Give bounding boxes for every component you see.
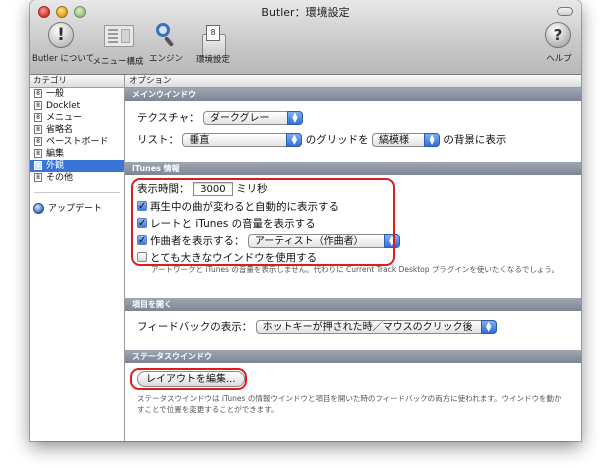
texture-popup[interactable]: ダークグレー ▲ ▼ [202,111,303,125]
switch-icon: 8 [34,137,42,146]
switch-icon: 8 [34,161,42,170]
list-value: 垂直 [189,135,210,146]
magnifier-icon [152,22,178,48]
auto-show-row[interactable]: 再生中の曲が変わると自動的に表示する [137,199,339,215]
popup-arrows-icon: ▲ ▼ [286,133,303,147]
sidebar-item-label: その他 [46,173,74,183]
feedback-popup[interactable]: ホットキーが押された時／マウスのクリック後 ▲ ▼ [255,320,497,334]
sidebar-item-other[interactable]: 8 その他 [30,172,124,184]
popup-arrows-icon: ▲ ▼ [480,320,497,334]
large-window-checkbox[interactable] [137,252,147,262]
rating-volume-label: レートと iTunes の音量を表示する [150,218,316,230]
category-header: カテゴリ [30,75,124,88]
sidebar-item-label: アップデート [48,204,103,214]
menu-layout-icon [104,25,134,47]
sidebar-item-edit[interactable]: 8 編集 [30,148,124,160]
display-time-unit: ミリ秒 [236,183,268,195]
sidebar-item-update[interactable]: アップデート [30,202,124,216]
grid-value: 縞模様 [379,135,410,146]
sidebar-item-label: メニュー [46,113,83,123]
sidebar-item-label: 省略名 [46,125,74,135]
sidebar-item-abbreviations[interactable]: 8 省略名 [30,124,124,136]
category-sidebar: カテゴリ 8 一般 8 Docklet 8 メニュー 8 省略名 8 ペーストボード 8編… [30,75,125,441]
texture-row: テクスチャ： ダークグレー ▲ ▼ [137,110,303,126]
composer-value: アーティスト（作曲者） [254,236,364,247]
display-time-label: 表示時間： [137,183,190,195]
sidebar-item-pasteboard[interactable]: 8 ペーストボード [30,136,124,148]
toolbar-toggle-button[interactable] [557,7,573,16]
section-main-window: メインウインドウ [125,88,581,101]
exclamation-icon: ! [48,22,74,48]
feedback-row: フィードバックの表示： ホットキーが押された時／マウスのクリック後 ▲ ▼ [137,319,497,335]
feedback-label: フィードバックの表示： [137,321,253,333]
sidebar-divider [34,192,120,193]
preferences-window: Butler：環境設定 ! Butler について メニュー構成 エンジン 8 … [30,0,581,441]
options-header: オプション [125,75,581,88]
popup-arrows-icon: ▲ ▼ [383,234,400,248]
switch-icon: 8 [34,125,42,134]
auto-show-label: 再生中の曲が変わると自動的に表示する [150,201,339,213]
composer-row[interactable]: 作曲者を表示する： アーティスト（作曲者） ▲▼ [137,233,400,249]
sidebar-item-appearance[interactable]: 8 外観 [30,160,124,172]
titlebar: Butler：環境設定 ! Butler について メニュー構成 エンジン 8 … [30,0,581,75]
list-label: リスト： [137,134,179,146]
popup-arrows-icon: ▲ ▼ [286,111,303,125]
section-itunes: iTunes 情報 [125,162,581,175]
list-row: リスト： 垂直 ▲ ▼ のグリッドを 縞模様 ▲ ▼ の背景に表示 [137,132,506,148]
toolbar-menu-label: メニュー構成 [92,57,144,67]
toolbar-about-button[interactable]: ! Butler について [32,22,95,64]
toolbar-engine-label: エンジン [148,54,183,64]
composer-popup[interactable]: アーティスト（作曲者） ▲ ▼ [247,234,400,248]
update-icon [33,203,44,214]
large-window-label: とても大きなウインドウを使用する [150,252,318,264]
sidebar-item-docklet[interactable]: 8 Docklet [30,100,124,112]
toolbar-prefs-button[interactable]: 8 環境設定 [190,22,236,65]
toolbar-about-label: Butler について [32,54,95,64]
section-status-window: ステータスウインドウ [125,350,581,363]
sidebar-item-label: 一般 [46,89,65,99]
grid-label: のグリッドを [305,134,369,146]
composer-label: 作曲者を表示する： [150,235,245,247]
auto-show-checkbox[interactable] [137,199,147,215]
toolbar-engine-button[interactable]: エンジン [145,22,187,64]
sidebar-item-label: ペーストボード [46,137,109,147]
toolbar-help-label: ヘルプ [546,54,572,64]
toolbar-menu-button[interactable]: メニュー構成 [90,22,146,67]
section-open-item: 項目を開く [125,298,581,311]
sidebar-item-general[interactable]: 8 一般 [30,88,124,100]
switch-icon: 8 [34,113,42,122]
switch-icon: 8 [34,173,42,182]
help-icon: ? [545,22,571,48]
texture-value: ダークグレー [209,113,270,124]
edit-layout-row: レイアウトを編集... [137,371,245,387]
list-popup[interactable]: 垂直 ▲ ▼ [182,133,303,147]
status-window-note: ステータスウインドウは iTunes の情報ウインドウと項目を開いた時のフィード… [137,394,562,414]
sidebar-item-label: 外観 [46,161,65,171]
texture-label: テクスチャ： [137,112,200,124]
switch-icon: 8 [34,89,42,98]
sidebar-item-label: 編集 [46,149,65,159]
rating-volume-row[interactable]: レートと iTunes の音量を表示する [137,216,316,232]
itunes-note: アートワークと iTunes の音量を表示しません。代わりに Current T… [151,265,559,274]
sidebar-item-menu[interactable]: 8 メニュー [30,112,124,124]
toolbar-prefs-label: 環境設定 [195,55,230,65]
switch-icon: 8 [34,149,42,158]
options-panel: オプション メインウインドウ テクスチャ： ダークグレー ▲ ▼ リスト： 垂直 ▲ ▼… [125,75,581,441]
display-time-field[interactable]: 3000 [192,182,233,196]
sidebar-item-label: Docklet [46,101,81,111]
display-time-row: 表示時間： 3000 ミリ秒 [137,181,268,197]
popup-arrows-icon: ▲ ▼ [424,133,441,147]
switch-icon: 8 [34,101,42,110]
composer-checkbox[interactable] [137,233,147,249]
grid-popup[interactable]: 縞模様 ▲ ▼ [372,133,441,147]
toolbar-help-button[interactable]: ? ヘルプ [541,22,577,64]
background-label: の背景に表示 [443,134,507,146]
edit-layout-button[interactable]: レイアウトを編集... [137,371,245,387]
feedback-value: ホットキーが押された時／マウスのクリック後 [262,322,473,333]
rating-volume-checkbox[interactable] [137,216,147,232]
switch-icon: 8 [206,25,220,41]
window-title: Butler：環境設定 [261,6,350,19]
